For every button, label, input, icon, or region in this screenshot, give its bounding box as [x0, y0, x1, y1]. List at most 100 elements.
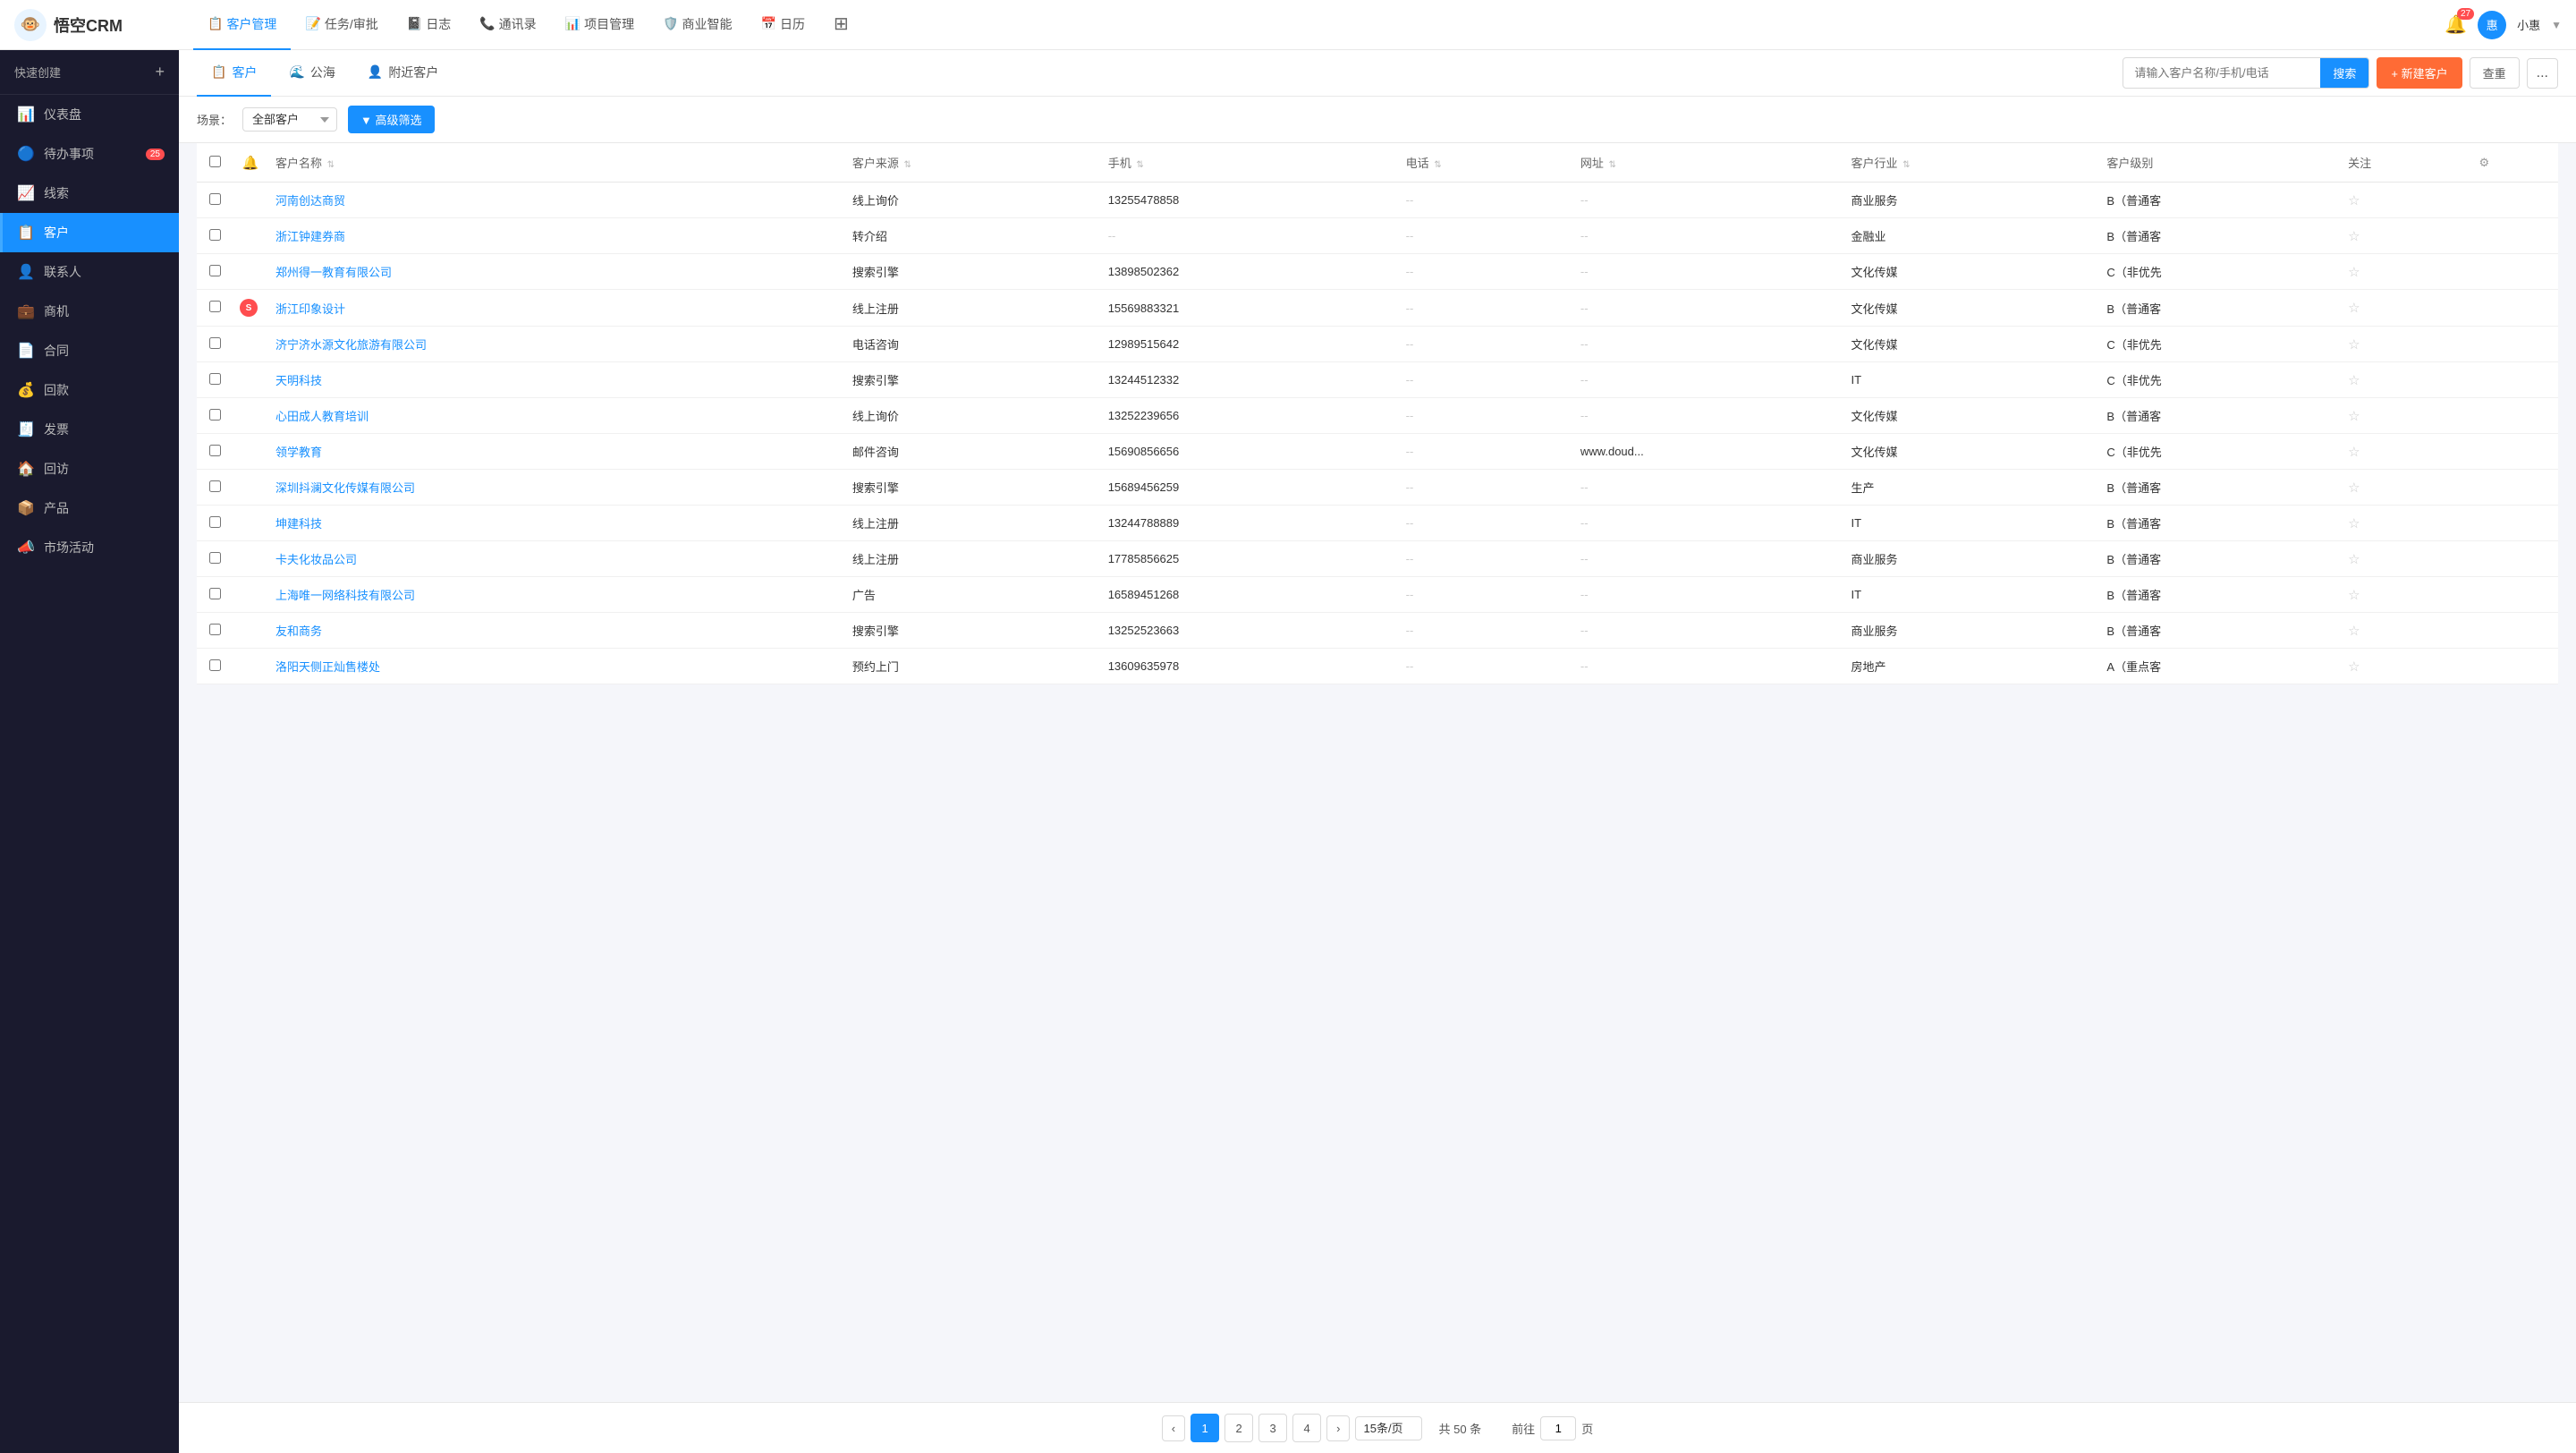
customer-name-link[interactable]: 浙江印象设计 — [275, 302, 345, 316]
star-icon[interactable]: ☆ — [2348, 373, 2360, 388]
sub-tab-nearby[interactable]: 👤 附近客户 — [353, 50, 453, 97]
row-checkbox[interactable] — [209, 588, 221, 599]
nav-item-grid[interactable]: ⊞ — [819, 0, 863, 50]
star-icon[interactable]: ☆ — [2348, 409, 2360, 424]
sidebar-item-payment[interactable]: 💰 回款 — [0, 370, 179, 410]
row-checkbox[interactable] — [209, 624, 221, 635]
row-checkbox[interactable] — [209, 265, 221, 276]
customer-name-link[interactable]: 卡夫化妆品公司 — [275, 553, 357, 566]
name-sort-icon[interactable]: ⇅ — [327, 160, 335, 170]
sidebar-item-dashboard[interactable]: 📊 仪表盘 — [0, 95, 179, 134]
customer-name-link[interactable]: 天明科技 — [275, 374, 322, 387]
nav-item-project[interactable]: 📊 项目管理 — [551, 0, 648, 50]
row-name-cell: 坤建科技 — [268, 506, 845, 541]
sidebar-item-product[interactable]: 📦 产品 — [0, 489, 179, 528]
customer-name-link[interactable]: 洛阳天侧正灿售楼处 — [275, 660, 380, 674]
grid-icon: ⊞ — [834, 13, 849, 35]
row-checkbox[interactable] — [209, 193, 221, 205]
nav-item-task[interactable]: 📝 任务/审批 — [291, 0, 392, 50]
star-icon[interactable]: ☆ — [2348, 588, 2360, 603]
row-checkbox[interactable] — [209, 480, 221, 492]
sidebar-item-customers-label: 客户 — [44, 224, 69, 242]
page-2-button[interactable]: 2 — [1224, 1414, 1253, 1442]
nav-item-bi[interactable]: 🛡️ 商业智能 — [648, 0, 746, 50]
website-sort-icon[interactable]: ⇅ — [1609, 160, 1616, 170]
advanced-filter-button[interactable]: ▼ 高级筛选 — [348, 106, 434, 133]
next-page-button[interactable]: › — [1326, 1415, 1350, 1441]
row-source-cell: 搜索引擎 — [845, 362, 1101, 398]
col-settings-icon[interactable]: ⚙ — [2479, 156, 2490, 169]
row-checkbox[interactable] — [209, 409, 221, 421]
row-checkbox[interactable] — [209, 301, 221, 312]
sub-tab-customers[interactable]: 📋 客户 — [197, 50, 271, 97]
customer-name-link[interactable]: 河南创达商贸 — [275, 194, 345, 208]
customer-name-link[interactable]: 上海唯一网络科技有限公司 — [275, 589, 415, 602]
row-checkbox[interactable] — [209, 337, 221, 349]
star-icon[interactable]: ☆ — [2348, 301, 2360, 316]
customer-name-link[interactable]: 坤建科技 — [275, 517, 322, 531]
nav-item-contacts[interactable]: 📞 通讯录 — [465, 0, 550, 50]
industry-sort-icon[interactable]: ⇅ — [1902, 160, 1910, 170]
row-actions-cell — [2472, 398, 2558, 434]
star-icon[interactable]: ☆ — [2348, 480, 2360, 496]
scene-select[interactable]: 全部客户 我的客户 本部门客户 — [242, 107, 337, 132]
star-icon[interactable]: ☆ — [2348, 265, 2360, 280]
page-size-select[interactable]: 15条/页 30条/页 50条/页 — [1355, 1416, 1422, 1440]
row-checkbox[interactable] — [209, 516, 221, 528]
star-icon[interactable]: ☆ — [2348, 624, 2360, 639]
sub-tab-public-sea[interactable]: 🌊 公海 — [275, 50, 349, 97]
sidebar-item-contacts[interactable]: 👤 联系人 — [0, 252, 179, 292]
customer-name-link[interactable]: 郑州得一教育有限公司 — [275, 266, 392, 279]
mobile-sort-icon[interactable]: ⇅ — [1136, 160, 1143, 170]
customer-name-link[interactable]: 浙江钟建券商 — [275, 230, 345, 243]
sidebar-item-contract[interactable]: 📄 合同 — [0, 331, 179, 370]
sidebar-item-invoice[interactable]: 🧾 发票 — [0, 410, 179, 449]
page-1-button[interactable]: 1 — [1191, 1414, 1219, 1442]
source-sort-icon[interactable]: ⇅ — [903, 160, 911, 170]
customer-name-link[interactable]: 心田成人教育培训 — [275, 410, 369, 423]
username-chevron[interactable]: ▼ — [2551, 19, 2562, 31]
nav-item-journal[interactable]: 📓 日志 — [393, 0, 465, 50]
star-icon[interactable]: ☆ — [2348, 552, 2360, 567]
row-checkbox[interactable] — [209, 229, 221, 241]
row-checkbox[interactable] — [209, 445, 221, 456]
star-icon[interactable]: ☆ — [2348, 445, 2360, 460]
nav-item-customer[interactable]: 📋 客户管理 — [193, 0, 291, 50]
sidebar-item-marketing[interactable]: 📣 市场活动 — [0, 528, 179, 567]
sidebar-item-visit[interactable]: 🏠 回访 — [0, 449, 179, 489]
sidebar-item-business[interactable]: 💼 商机 — [0, 292, 179, 331]
avatar[interactable]: 惠 — [2478, 11, 2506, 39]
username[interactable]: 小惠 — [2517, 16, 2540, 33]
new-customer-button[interactable]: + 新建客户 — [2377, 57, 2462, 89]
star-icon[interactable]: ☆ — [2348, 659, 2360, 675]
star-icon[interactable]: ☆ — [2348, 516, 2360, 531]
customer-name-link[interactable]: 深圳抖澜文化传媒有限公司 — [275, 481, 415, 495]
goto-input[interactable] — [1540, 1416, 1576, 1440]
bell-button[interactable]: 🔔 27 — [2445, 13, 2467, 36]
sidebar-item-leads[interactable]: 📈 线索 — [0, 174, 179, 213]
row-checkbox-cell — [197, 218, 233, 254]
search-button[interactable]: 搜索 — [2320, 58, 2368, 88]
phone-sort-icon[interactable]: ⇅ — [1434, 160, 1441, 170]
customer-name-link[interactable]: 济宁济水源文化旅游有限公司 — [275, 338, 427, 352]
nav-item-calendar[interactable]: 📅 日历 — [747, 0, 819, 50]
star-icon[interactable]: ☆ — [2348, 337, 2360, 353]
customer-name-link[interactable]: 领学教育 — [275, 446, 322, 459]
star-icon[interactable]: ☆ — [2348, 229, 2360, 244]
quick-create-button[interactable]: 快速创建 + — [0, 50, 179, 95]
sidebar-item-todo[interactable]: 🔵 待办事项 25 — [0, 134, 179, 174]
page-4-button[interactable]: 4 — [1292, 1414, 1321, 1442]
sidebar-item-customers[interactable]: 📋 客户 — [0, 213, 179, 252]
page-3-button[interactable]: 3 — [1258, 1414, 1287, 1442]
row-checkbox[interactable] — [209, 373, 221, 385]
more-button[interactable]: ... — [2527, 58, 2558, 89]
reset-button[interactable]: 查重 — [2470, 57, 2520, 89]
select-all-checkbox[interactable] — [209, 156, 221, 167]
customer-name-link[interactable]: 友和商务 — [275, 625, 322, 638]
row-checkbox[interactable] — [209, 552, 221, 564]
prev-page-button[interactable]: ‹ — [1162, 1415, 1185, 1441]
search-input[interactable] — [2123, 61, 2320, 85]
star-icon[interactable]: ☆ — [2348, 193, 2360, 208]
row-checkbox[interactable] — [209, 659, 221, 671]
sidebar-item-marketing-label: 市场活动 — [44, 539, 94, 557]
